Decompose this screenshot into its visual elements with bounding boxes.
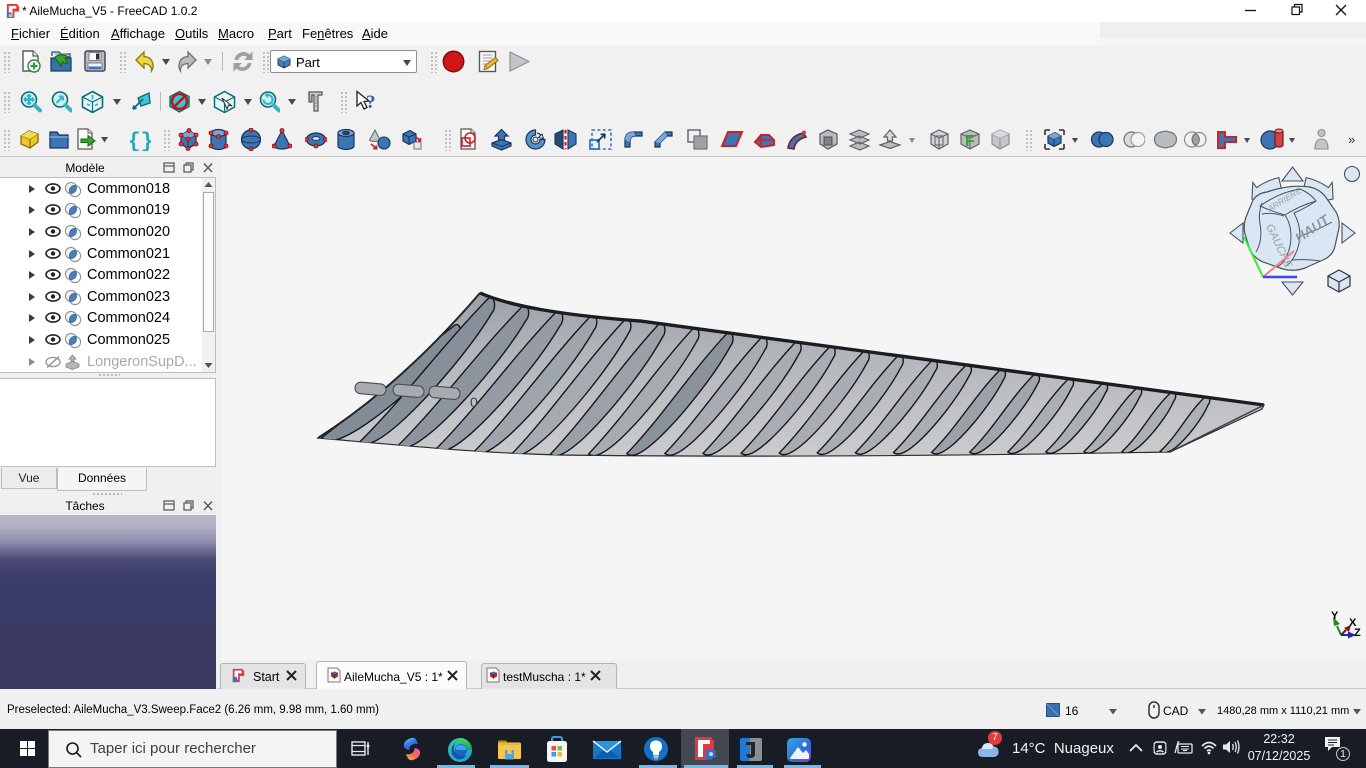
- svg-text:F: F: [965, 133, 975, 150]
- svg-text:?: ?: [366, 92, 376, 113]
- svg-text:{}: {}: [128, 131, 151, 151]
